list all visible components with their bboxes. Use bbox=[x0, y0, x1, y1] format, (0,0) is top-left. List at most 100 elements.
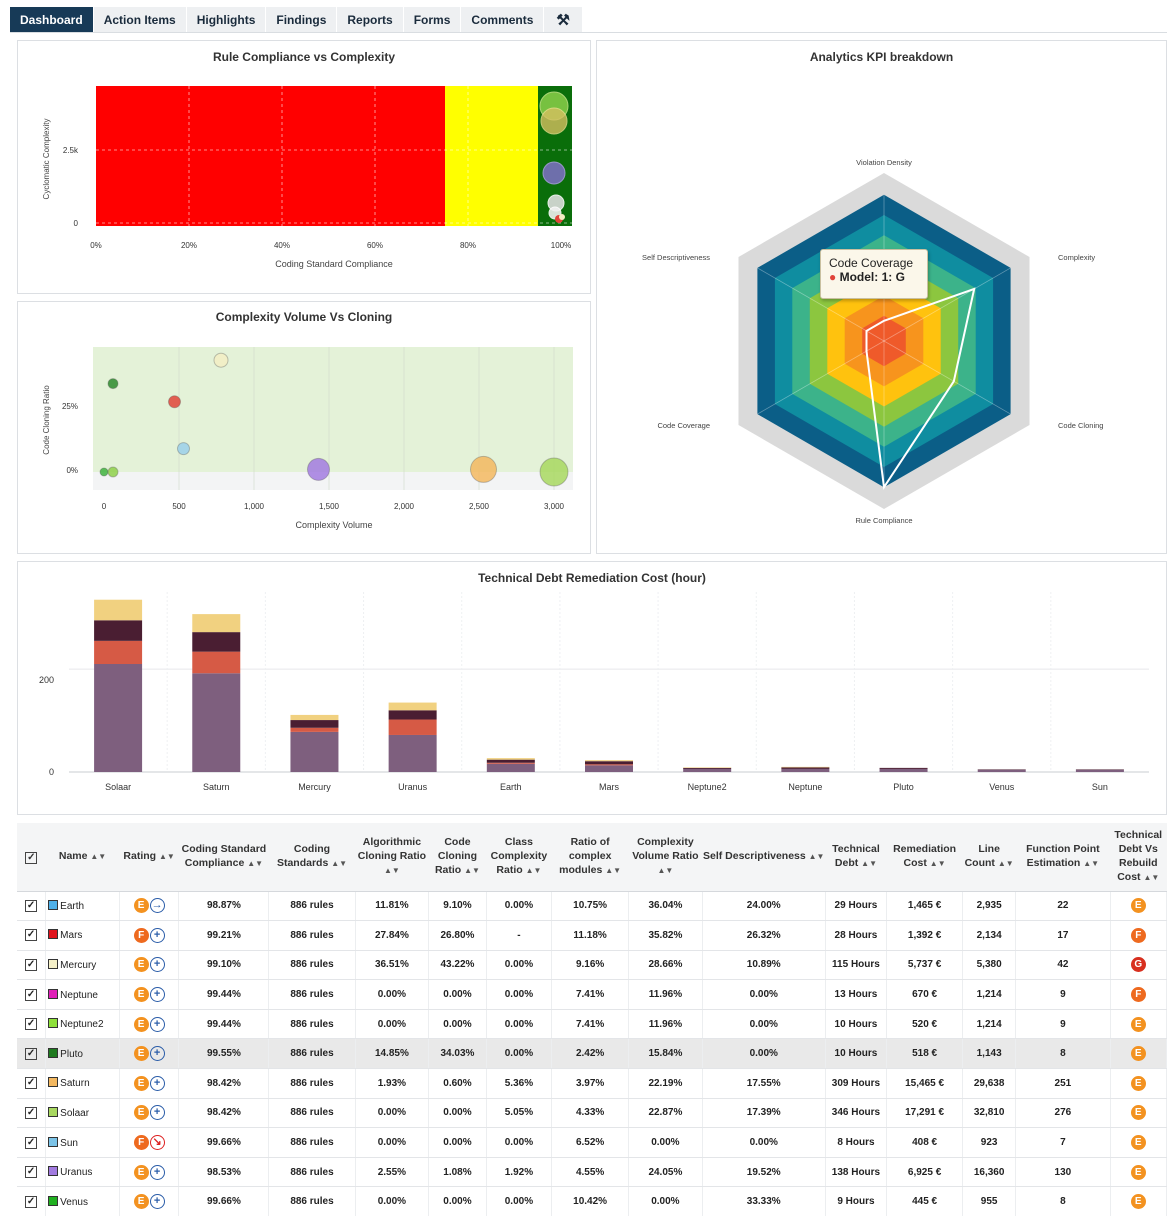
debt-bar-segment[interactable] bbox=[683, 767, 732, 769]
debt-bar-segment[interactable] bbox=[94, 620, 143, 641]
col-function-point[interactable]: Function Point Estimation ▲▼ bbox=[1015, 823, 1111, 892]
trend-icon[interactable]: + bbox=[149, 957, 165, 973]
debt-bar-segment[interactable] bbox=[290, 714, 339, 721]
trend-icon[interactable]: + bbox=[149, 1164, 165, 1180]
rule-point[interactable] bbox=[540, 107, 568, 135]
debt-bar-segment[interactable] bbox=[94, 640, 143, 664]
col-name[interactable]: Name ▲▼ bbox=[45, 823, 120, 892]
trend-icon[interactable]: → bbox=[149, 898, 165, 914]
col-self-descriptiveness[interactable]: Self Descriptiveness ▲▼ bbox=[702, 823, 826, 892]
debt-bar-segment[interactable] bbox=[192, 651, 241, 674]
row-name[interactable]: Neptune2 bbox=[45, 1009, 120, 1040]
col-technical-debt[interactable]: Technical Debt ▲▼ bbox=[825, 823, 887, 892]
debt-bar-segment[interactable] bbox=[388, 710, 437, 720]
col-algorithmic-cloning[interactable]: Algorithmic Cloning Ratio ▲▼ bbox=[355, 823, 429, 892]
col-coding-compliance[interactable]: Coding Standard Compliance ▲▼ bbox=[178, 823, 269, 892]
cloning-point[interactable] bbox=[213, 352, 229, 368]
rule-point[interactable] bbox=[559, 214, 565, 220]
debt-bar-segment[interactable] bbox=[192, 632, 241, 652]
col-remediation-cost[interactable]: Remediation Cost ▲▼ bbox=[886, 823, 963, 892]
debt-bar-segment[interactable] bbox=[879, 767, 928, 769]
debt-bar-segment[interactable] bbox=[388, 719, 437, 735]
row-name[interactable]: Uranus bbox=[45, 1157, 120, 1188]
row-name[interactable]: Venus bbox=[45, 1186, 120, 1216]
debt-bar-segment[interactable] bbox=[879, 768, 928, 772]
debt-bar-segment[interactable] bbox=[290, 727, 339, 732]
rule-point[interactable] bbox=[542, 161, 566, 185]
trend-icon[interactable]: + bbox=[149, 1194, 165, 1210]
table-row[interactable]: ✓ Neptune2 E +99.44% 886 rules 0.00% 0.00% 0.00… bbox=[17, 1009, 1167, 1040]
tab-highlights[interactable]: Highlights bbox=[186, 7, 267, 33]
row-name[interactable]: Earth bbox=[45, 891, 120, 922]
trend-icon[interactable]: + bbox=[149, 1046, 165, 1062]
debt-bar-segment[interactable] bbox=[683, 767, 732, 768]
col-complex-modules[interactable]: Ratio of complex modules ▲▼ bbox=[551, 823, 629, 892]
trend-icon[interactable]: + bbox=[149, 927, 165, 943]
row-checkbox[interactable]: ✓ bbox=[17, 920, 47, 951]
col-rating[interactable]: Rating ▲▼ bbox=[119, 823, 179, 892]
cloning-point[interactable] bbox=[177, 442, 190, 456]
debt-bar-segment[interactable] bbox=[94, 599, 143, 621]
debt-bar-segment[interactable] bbox=[388, 702, 437, 711]
col-debt-vs-rebuild[interactable]: Technical Debt Vs Rebuild Cost ▲▼ bbox=[1110, 823, 1167, 892]
table-row[interactable]: ✓ Solaar E +98.42% 886 rules 0.00% 0.00% 5.05% 4… bbox=[17, 1098, 1167, 1129]
table-row[interactable]: ✓ Earth E → 98.87% 886 rules 11.81% 9.10% 0.00% 1… bbox=[17, 891, 1167, 922]
row-name[interactable]: Mercury bbox=[45, 950, 120, 981]
trend-icon[interactable]: + bbox=[149, 1105, 165, 1121]
cloning-point[interactable] bbox=[168, 395, 181, 409]
cloning-point[interactable] bbox=[107, 378, 119, 390]
tab-comments[interactable]: Comments bbox=[461, 7, 545, 33]
tab-findings[interactable]: Findings bbox=[266, 7, 338, 33]
cloning-point[interactable] bbox=[470, 455, 497, 483]
col-complexity-volume[interactable]: Complexity Volume Ratio ▲▼ bbox=[628, 823, 703, 892]
debt-bar-segment[interactable] bbox=[781, 767, 830, 769]
debt-bar-segment[interactable] bbox=[290, 720, 339, 728]
cloning-point[interactable] bbox=[99, 467, 109, 477]
row-checkbox[interactable]: ✓ bbox=[17, 1098, 47, 1129]
debt-bar-segment[interactable] bbox=[1075, 769, 1124, 770]
col-class-complexity[interactable]: Class Complexity Ratio ▲▼ bbox=[486, 823, 552, 892]
tab-reports[interactable]: Reports bbox=[337, 7, 404, 33]
row-checkbox[interactable]: ✓ bbox=[17, 1157, 47, 1188]
trend-icon[interactable]: ↘ bbox=[149, 1135, 165, 1151]
row-checkbox[interactable]: ✓ bbox=[17, 1068, 47, 1099]
table-row[interactable]: ✓ Uranus E +98.53% 886 rules 2.55% 1.08% 1.92% 4… bbox=[17, 1157, 1167, 1188]
debt-bar-segment[interactable] bbox=[585, 760, 633, 762]
row-checkbox[interactable]: ✓ bbox=[17, 950, 47, 981]
debt-bar-segment[interactable] bbox=[781, 766, 830, 768]
debt-bar-segment[interactable] bbox=[94, 664, 143, 772]
row-checkbox[interactable]: ✓ bbox=[17, 979, 47, 1010]
table-row[interactable]: ✓ Neptune E +99.44% 886 rules 0.00% 0.00% 0.00%… bbox=[17, 979, 1167, 1010]
tab-dashboard[interactable]: Dashboard bbox=[10, 7, 94, 33]
debt-bar-segment[interactable] bbox=[781, 768, 830, 772]
debt-bar-segment[interactable] bbox=[192, 614, 241, 633]
table-row[interactable]: ✓ Pluto E +99.55% 886 rules 14.85% 34.03% 0.00%… bbox=[17, 1038, 1167, 1070]
debt-bar-segment[interactable] bbox=[486, 758, 535, 760]
row-name[interactable]: Saturn bbox=[45, 1068, 120, 1099]
row-name[interactable]: Solaar bbox=[45, 1098, 120, 1129]
row-name[interactable]: Sun bbox=[45, 1127, 120, 1158]
debt-bar-segment[interactable] bbox=[977, 769, 1026, 770]
table-row[interactable]: ✓ Venus E +99.66% 886 rules 0.00% 0.00% 0.00% 10… bbox=[17, 1186, 1167, 1216]
wrench-icon[interactable]: ⚒ bbox=[544, 7, 583, 33]
debt-bar-segment[interactable] bbox=[1075, 769, 1124, 772]
col-coding-standards[interactable]: Coding Standards ▲▼ bbox=[268, 823, 356, 892]
debt-bar-segment[interactable] bbox=[486, 763, 535, 772]
row-checkbox[interactable]: ✓ bbox=[17, 1038, 47, 1070]
col-line-count[interactable]: Line Count ▲▼ bbox=[962, 823, 1016, 892]
trend-icon[interactable]: + bbox=[149, 987, 165, 1003]
row-name[interactable]: Mars bbox=[45, 920, 120, 951]
row-checkbox[interactable]: ✓ bbox=[17, 1186, 47, 1216]
cloning-point[interactable] bbox=[107, 466, 119, 478]
row-name[interactable]: Neptune bbox=[45, 979, 120, 1010]
col-code-cloning[interactable]: Code Cloning Ratio ▲▼ bbox=[428, 823, 487, 892]
trend-icon[interactable]: + bbox=[149, 1016, 165, 1032]
debt-bar-segment[interactable] bbox=[585, 761, 633, 765]
debt-bar-segment[interactable] bbox=[585, 764, 633, 766]
debt-bar-segment[interactable] bbox=[486, 759, 535, 763]
debt-bar-segment[interactable] bbox=[192, 673, 241, 772]
tab-forms[interactable]: Forms bbox=[403, 7, 462, 33]
cloning-point[interactable] bbox=[539, 457, 569, 487]
row-checkbox[interactable]: ✓ bbox=[17, 891, 47, 922]
table-row[interactable]: ✓ Mars F +99.21% 886 rules 27.84% 26.80% -11.18… bbox=[17, 920, 1167, 951]
